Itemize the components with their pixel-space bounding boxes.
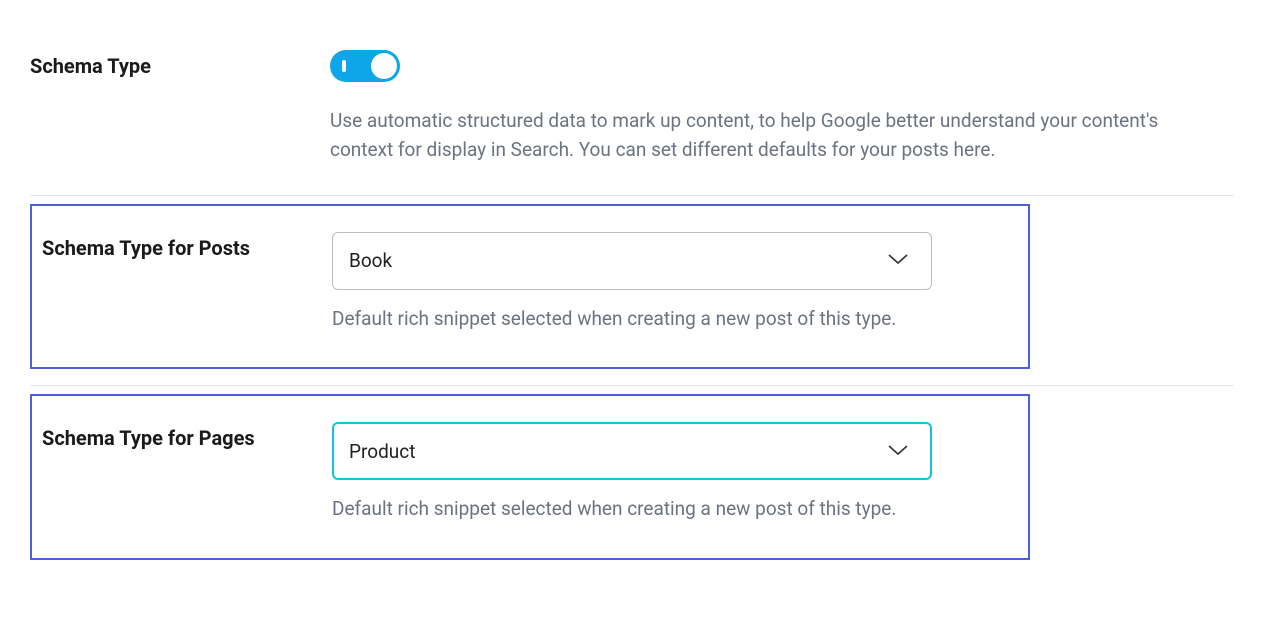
chevron-down-icon	[887, 442, 909, 461]
chevron-down-icon	[887, 251, 909, 270]
schema-posts-select[interactable]: Book	[332, 232, 932, 290]
label-column: Schema Type for Posts	[32, 232, 332, 260]
toggle-knob	[371, 53, 397, 79]
label-column: Schema Type for Pages	[32, 422, 332, 450]
label-column: Schema Type	[30, 50, 330, 78]
schema-posts-box: Schema Type for Posts Book Default rich …	[30, 204, 1030, 369]
schema-type-label: Schema Type	[30, 54, 151, 78]
control-column: Use automatic structured data to mark up…	[330, 50, 1234, 165]
schema-pages-box: Schema Type for Pages Product Default ri…	[30, 394, 1030, 559]
divider	[30, 195, 1234, 196]
control-column: Product Default rich snippet selected wh…	[332, 422, 1028, 523]
schema-pages-selected-value: Product	[349, 440, 415, 463]
toggle-on-indicator	[342, 60, 346, 72]
divider	[30, 385, 1234, 386]
schema-posts-description: Default rich snippet selected when creat…	[332, 304, 1028, 333]
schema-type-description: Use automatic structured data to mark up…	[330, 106, 1220, 165]
schema-posts-selected-value: Book	[349, 249, 392, 272]
schema-pages-description: Default rich snippet selected when creat…	[332, 494, 1028, 523]
schema-type-row: Schema Type Use automatic structured dat…	[30, 30, 1234, 195]
schema-type-toggle[interactable]	[330, 50, 400, 82]
schema-pages-label: Schema Type for Pages	[42, 426, 255, 450]
schema-pages-select[interactable]: Product	[332, 422, 932, 480]
control-column: Book Default rich snippet selected when …	[332, 232, 1028, 333]
schema-posts-label: Schema Type for Posts	[42, 236, 250, 260]
